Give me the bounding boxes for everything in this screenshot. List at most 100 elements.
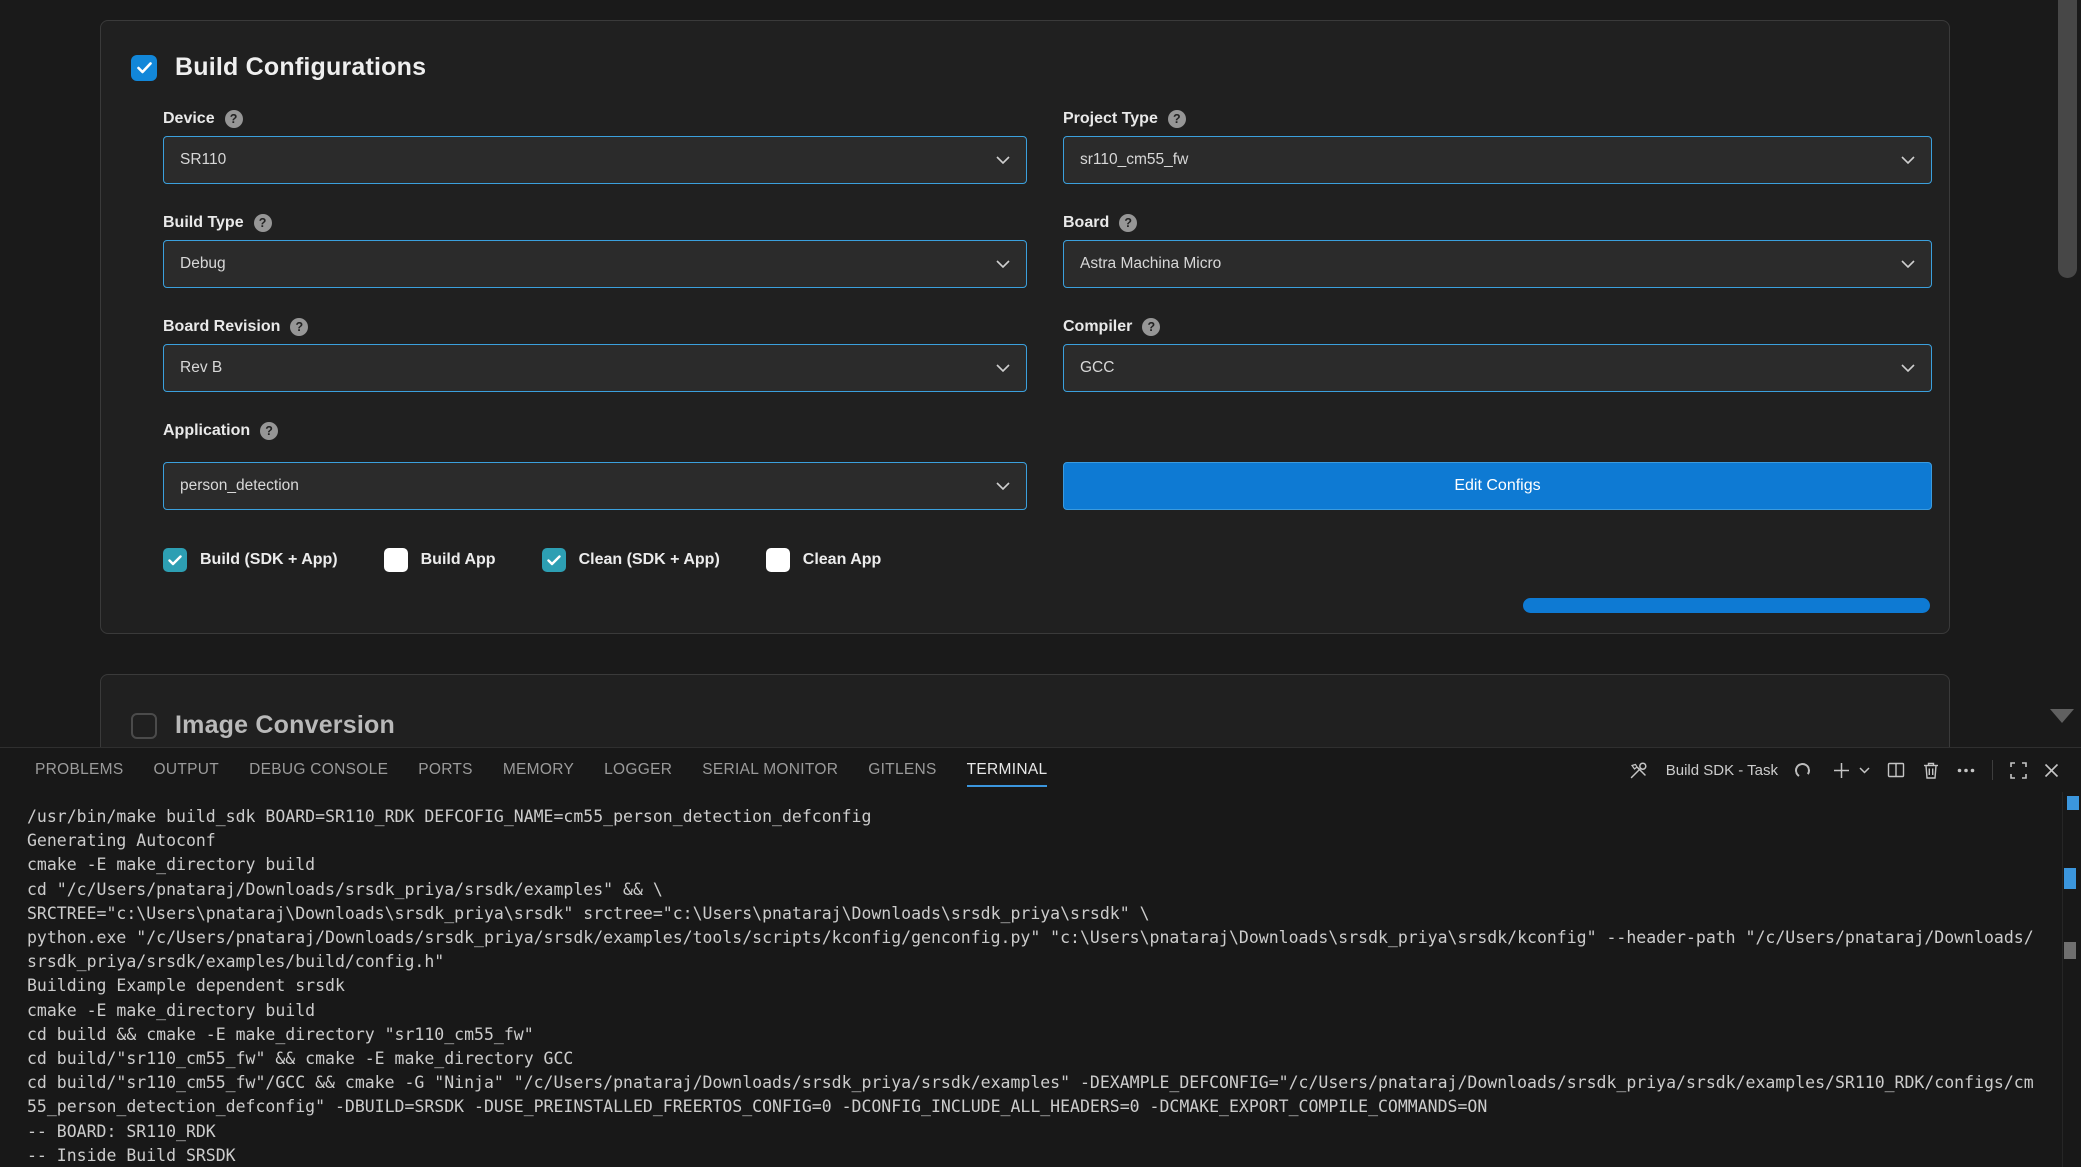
panel-tab-serial-monitor[interactable]: SERIAL MONITOR <box>702 748 838 792</box>
board-revision-select[interactable]: Rev B <box>163 344 1027 392</box>
terminal-line: cd "/c/Users/pnataraj/Downloads/srsdk_pr… <box>27 878 2061 902</box>
build-configurations-card: Build Configurations Device ? SR110 <box>100 20 1950 634</box>
application-select[interactable]: person_detection <box>163 462 1027 510</box>
image-conversion-card: Image Conversion <box>100 674 1950 747</box>
check-icon <box>168 555 182 566</box>
application-help-icon[interactable]: ? <box>260 422 278 440</box>
compiler-select[interactable]: GCC <box>1063 344 1932 392</box>
checkbox-clean-sdk-app[interactable]: Clean (SDK + App) <box>542 548 720 572</box>
project-type-label: Project Type <box>1063 110 1158 128</box>
panel-tabs: PROBLEMS OUTPUT DEBUG CONSOLE PORTS MEMORY LO… <box>35 748 1047 792</box>
build-type-help-icon[interactable]: ? <box>254 214 272 232</box>
check-icon <box>547 555 561 566</box>
tools-icon <box>1628 760 1649 781</box>
project-type-help-icon[interactable]: ? <box>1168 110 1186 128</box>
build-configurations-header: Build Configurations <box>131 53 1930 82</box>
terminal-output[interactable]: /usr/bin/make build_sdk BOARD=SR110_RDK … <box>0 792 2081 1167</box>
ellipsis-more-actions-icon[interactable] <box>1957 768 1975 773</box>
checkbox-build-sdk-app[interactable]: Build (SDK + App) <box>163 548 338 572</box>
check-icon <box>137 62 152 74</box>
panel-tab-output[interactable]: OUTPUT <box>154 748 220 792</box>
unchecked-checkbox[interactable] <box>384 548 408 572</box>
checkbox-label: Build App <box>421 551 496 569</box>
device-help-icon[interactable]: ? <box>225 110 243 128</box>
terminal-line: srsdk_priya/srsdk/examples/build/config.… <box>27 950 2061 974</box>
terminal-line: cmake -E make_directory build <box>27 853 2061 877</box>
edit-configs-button[interactable]: Edit Configs <box>1063 462 1932 510</box>
checkbox-build-app[interactable]: Build App <box>384 548 496 572</box>
chevron-down-icon <box>996 260 1010 268</box>
chevron-down-icon <box>996 482 1010 490</box>
checked-checkbox[interactable] <box>163 548 187 572</box>
terminal-line: Generating Autoconf <box>27 829 2061 853</box>
image-conversion-checkbox[interactable] <box>131 713 157 739</box>
chevron-down-icon <box>1901 364 1915 372</box>
device-label: Device <box>163 110 215 128</box>
build-configurations-title: Build Configurations <box>175 53 426 82</box>
terminal-line: cd build/"sr110_cm55_fw"/GCC && cmake -G… <box>27 1071 2061 1095</box>
panel-tab-logger[interactable]: LOGGER <box>604 748 672 792</box>
device-select[interactable]: SR110 <box>163 136 1027 184</box>
compiler-help-icon[interactable]: ? <box>1142 318 1160 336</box>
terminal-line: cmake -E make_directory build <box>27 999 2061 1023</box>
build-type-select[interactable]: Debug <box>163 240 1027 288</box>
device-value: SR110 <box>180 151 996 169</box>
maximize-panel-icon[interactable] <box>2010 762 2027 779</box>
terminal-command-decoration <box>2064 868 2076 889</box>
build-configurations-checkbox[interactable] <box>131 55 157 81</box>
kill-terminal-trash-icon[interactable] <box>1922 761 1940 780</box>
unchecked-checkbox[interactable] <box>766 548 790 572</box>
board-select[interactable]: Astra Machina Micro <box>1063 240 1932 288</box>
board-value: Astra Machina Micro <box>1080 255 1901 273</box>
terminal-scrollbar[interactable] <box>2062 792 2081 1167</box>
close-panel-icon[interactable] <box>2044 763 2059 778</box>
split-terminal-icon[interactable] <box>1887 761 1905 779</box>
chevron-down-icon <box>996 156 1010 164</box>
terminal-line: /usr/bin/make build_sdk BOARD=SR110_RDK … <box>27 805 2061 829</box>
board-revision-value: Rev B <box>180 359 996 377</box>
chevron-down-icon <box>1901 156 1915 164</box>
terminal-command-decoration <box>2064 942 2076 959</box>
panel-tab-debug-console[interactable]: DEBUG CONSOLE <box>249 748 388 792</box>
actions-separator <box>1992 760 1993 780</box>
checkbox-clean-app[interactable]: Clean App <box>766 548 882 572</box>
board-help-icon[interactable]: ? <box>1119 214 1137 232</box>
project-type-select[interactable]: sr110_cm55_fw <box>1063 136 1932 184</box>
terminal-line: 55_person_detection_defconfig" -DBUILD=S… <box>27 1095 2061 1119</box>
panel-tab-problems[interactable]: PROBLEMS <box>35 748 124 792</box>
terminal-line: python.exe "/c/Users/pnataraj/Downloads/… <box>27 926 2061 950</box>
chevron-down-icon <box>1901 260 1915 268</box>
project-type-value: sr110_cm55_fw <box>1080 151 1901 169</box>
spinner-icon <box>1794 761 1812 779</box>
panel-tab-memory[interactable]: MEMORY <box>503 748 574 792</box>
panel-tab-gitlens[interactable]: GITLENS <box>868 748 936 792</box>
build-type-label: Build Type <box>163 214 244 232</box>
checkbox-label: Clean (SDK + App) <box>579 551 720 569</box>
terminal-line: SRCTREE="c:\Users\pnataraj\Downloads\srs… <box>27 902 2061 926</box>
compiler-label: Compiler <box>1063 318 1132 336</box>
terminal-dropdown-chevron[interactable] <box>1859 767 1870 774</box>
checked-checkbox[interactable] <box>542 548 566 572</box>
active-terminal-label[interactable]: Build SDK - Task <box>1666 762 1778 779</box>
checkbox-label: Clean App <box>803 551 882 569</box>
board-revision-label: Board Revision <box>163 318 280 336</box>
application-value: person_detection <box>180 477 996 495</box>
board-label: Board <box>1063 214 1109 232</box>
panel-tab-ports[interactable]: PORTS <box>418 748 473 792</box>
webview-scrollbar-thumb[interactable] <box>2058 0 2077 278</box>
application-label: Application <box>163 422 250 440</box>
terminal-actions: Build SDK - Task <box>1628 760 2059 781</box>
terminal-line: -- BOARD: SR110_RDK <box>27 1120 2061 1144</box>
new-terminal-button[interactable] <box>1833 762 1850 779</box>
chevron-down-icon <box>996 364 1010 372</box>
vscode-window: Build Configurations Device ? SR110 <box>0 0 2081 1167</box>
build-action-checkbox-row: Build (SDK + App) Build App Clean (SDK + A… <box>163 548 1930 572</box>
image-conversion-title: Image Conversion <box>175 711 395 740</box>
panel-tab-bar: PROBLEMS OUTPUT DEBUG CONSOLE PORTS MEMORY LO… <box>0 748 2081 792</box>
scroll-down-arrow-icon[interactable] <box>2050 709 2074 723</box>
board-revision-help-icon[interactable]: ? <box>290 318 308 336</box>
terminal-line: Building Example dependent srsdk <box>27 974 2061 998</box>
build-extension-webview: Build Configurations Device ? SR110 <box>0 0 2081 747</box>
panel-tab-terminal[interactable]: TERMINAL <box>967 748 1048 792</box>
build-progress-bar <box>1523 598 1930 613</box>
